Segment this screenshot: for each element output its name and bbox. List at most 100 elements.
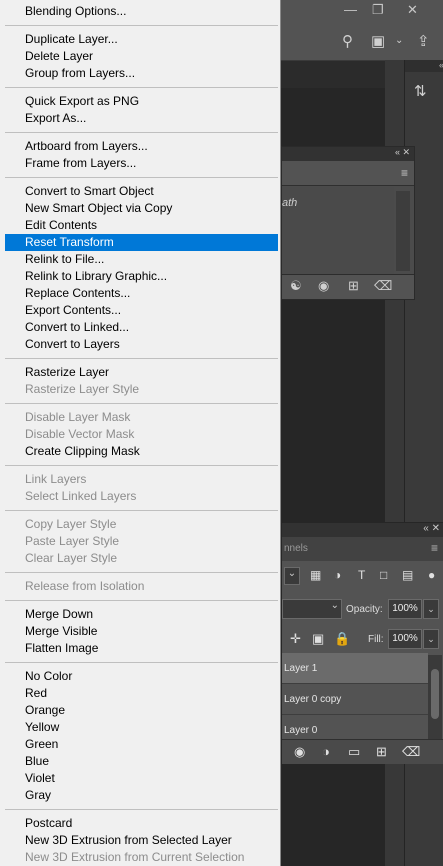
close-icon[interactable]: ✕ <box>407 2 418 18</box>
menu-item-frame-from-layers[interactable]: Frame from Layers... <box>5 155 278 172</box>
lock-all-icon[interactable]: 🔒 <box>334 631 350 647</box>
menu-item-copy-layer-style: Copy Layer Style <box>25 517 117 531</box>
menu-item-artboard-from-layers[interactable]: Artboard from Layers... <box>5 138 278 155</box>
opacity-input[interactable]: 100% <box>388 599 422 619</box>
menu-item-convert-to-layers[interactable]: Convert to Layers <box>5 336 278 353</box>
menu-item-flatten-image[interactable]: Flatten Image <box>5 640 278 657</box>
filter-dropdown[interactable]: ⌄ <box>284 567 300 585</box>
panel-footer: ☯ ◉ ⊞ ⌫ <box>282 274 414 299</box>
scrollbar[interactable] <box>396 191 410 271</box>
add-mask-icon[interactable]: ◉ <box>294 744 305 760</box>
panel-list[interactable]: ath <box>282 187 394 275</box>
menu-item-duplicate-layer[interactable]: Duplicate Layer... <box>5 31 278 48</box>
menu-item-export-as[interactable]: Export As... <box>5 110 278 127</box>
layers-scrollbar[interactable] <box>428 655 442 747</box>
menu-separator <box>5 403 278 404</box>
menu-item-replace-contents[interactable]: Replace Contents... <box>5 285 278 302</box>
menu-item-disable-layer-mask: Disable Layer Mask <box>25 410 131 424</box>
menu-item-reset-transform[interactable]: Reset Transform <box>5 234 278 251</box>
menu-separator <box>5 465 278 466</box>
menu-item-convert-to-smart-object[interactable]: Convert to Smart Object <box>5 183 278 200</box>
layer-name: Layer 0 <box>284 725 318 736</box>
list-item[interactable]: ath <box>282 197 297 209</box>
opacity-dropdown[interactable]: ⌄ <box>423 599 439 619</box>
restore-icon[interactable]: ❐ <box>372 2 384 18</box>
menu-item-gray[interactable]: Gray <box>5 787 278 804</box>
menu-item-3d-extrusion-selected-layer[interactable]: New 3D Extrusion from Selected Layer <box>5 832 278 849</box>
menu-item-blending-options[interactable]: Blending Options... <box>5 3 278 20</box>
menu-item-violet[interactable]: Violet <box>5 770 278 787</box>
fill-input[interactable]: 100% <box>388 629 422 649</box>
share-icon[interactable]: ⇪ <box>417 32 430 50</box>
menu-item-3d-extrusion-current-selection: New 3D Extrusion from Current Selection <box>25 850 245 864</box>
fill-label: Fill: <box>368 634 384 645</box>
search-icon[interactable]: ⚲ <box>342 32 353 50</box>
menu-separator <box>5 25 278 26</box>
layer-name: Layer 0 copy <box>284 694 342 705</box>
image-filter-icon[interactable]: ▦ <box>310 568 321 582</box>
menu-item-red[interactable]: Red <box>5 685 278 702</box>
menu-item-postcard[interactable]: Postcard <box>5 815 278 832</box>
menu-icon[interactable]: ≡ <box>401 166 408 180</box>
add-icon[interactable]: ⊞ <box>348 278 359 294</box>
panel-tabs: ≡ <box>282 161 414 186</box>
menu-item-orange[interactable]: Orange <box>5 702 278 719</box>
menu-item-create-clipping-mask[interactable]: Create Clipping Mask <box>5 443 278 460</box>
fill-dropdown[interactable]: ⌄ <box>423 629 439 649</box>
folder-icon[interactable]: ▭ <box>348 744 360 760</box>
blend-mode-dropdown[interactable]: ⌄ <box>282 599 342 619</box>
panel-collapse-icon[interactable]: « ✕ <box>282 147 414 161</box>
shape-filter-icon[interactable]: □ <box>380 568 387 582</box>
collapse-icon[interactable]: « <box>405 60 443 72</box>
floating-panel: « ✕ ≡ ath ☯ ◉ ⊞ ⌫ <box>281 146 415 300</box>
menu-separator <box>5 87 278 88</box>
workspace-icon[interactable]: ▣ <box>371 32 385 50</box>
menu-item-yellow[interactable]: Yellow <box>5 719 278 736</box>
menu-item-group-from-layers[interactable]: Group from Layers... <box>5 65 278 82</box>
minimize-icon[interactable]: — <box>344 2 357 17</box>
scrollbar-thumb[interactable] <box>431 669 439 719</box>
adjustment-layer-icon[interactable]: ◑ <box>322 744 330 759</box>
menu-item-export-contents[interactable]: Export Contents... <box>5 302 278 319</box>
menu-item-paste-layer-style: Paste Layer Style <box>25 534 120 548</box>
menu-item-edit-contents[interactable]: Edit Contents <box>5 217 278 234</box>
menu-item-green[interactable]: Green <box>5 736 278 753</box>
trash-icon[interactable]: ⌫ <box>402 744 420 760</box>
layer-context-menu: Blending Options... Duplicate Layer... D… <box>0 0 281 866</box>
trash-icon[interactable]: ⌫ <box>374 278 392 294</box>
layer-row-layer-0-copy[interactable]: Layer 0 copy <box>282 684 428 715</box>
menu-item-merge-down[interactable]: Merge Down <box>5 606 278 623</box>
type-filter-icon[interactable]: T <box>358 568 365 582</box>
menu-item-convert-to-linked[interactable]: Convert to Linked... <box>5 319 278 336</box>
smart-filter-icon[interactable]: ▤ <box>402 568 413 582</box>
menu-item-merge-visible[interactable]: Merge Visible <box>5 623 278 640</box>
lock-artboard-icon[interactable]: ▣ <box>312 631 324 647</box>
adjustment-filter-icon[interactable]: ◑ <box>334 568 341 582</box>
menu-item-rasterize-layer[interactable]: Rasterize Layer <box>5 364 278 381</box>
mask-icon[interactable]: ◉ <box>318 278 329 294</box>
menu-icon[interactable]: ≡ <box>431 541 438 555</box>
menu-item-release-from-isolation: Release from Isolation <box>25 579 145 593</box>
title-bar: — ❐ ✕ <box>281 0 443 24</box>
opacity-label: Opacity: <box>346 604 383 615</box>
menu-item-quick-export-png[interactable]: Quick Export as PNG <box>5 93 278 110</box>
menu-item-blue[interactable]: Blue <box>5 753 278 770</box>
tab-channels[interactable]: nnels <box>284 543 308 554</box>
panel-collapse-icon[interactable]: « ✕ <box>282 523 443 537</box>
menu-item-relink-to-file[interactable]: Relink to File... <box>5 251 278 268</box>
filter-toggle-icon[interactable]: ● <box>428 568 435 582</box>
layer-row-layer-1[interactable]: Layer 1 <box>282 653 428 684</box>
target-icon[interactable]: ☯ <box>290 278 302 294</box>
lock-row: ✛ ▣ 🔒 Fill: 100% ⌄ <box>282 625 443 653</box>
menu-separator <box>5 132 278 133</box>
chevron-down-icon[interactable]: ⌄ <box>395 35 403 46</box>
menu-separator <box>5 177 278 178</box>
menu-item-new-smart-object-via-copy[interactable]: New Smart Object via Copy <box>5 200 278 217</box>
blend-row: ⌄ Opacity: 100% ⌄ <box>282 595 443 623</box>
menu-item-no-color[interactable]: No Color <box>5 668 278 685</box>
menu-item-relink-to-library-graphic[interactable]: Relink to Library Graphic... <box>5 268 278 285</box>
new-layer-icon[interactable]: ⊞ <box>376 744 387 760</box>
menu-item-delete-layer[interactable]: Delete Layer <box>5 48 278 65</box>
properties-icon[interactable]: ⇅ <box>414 82 427 100</box>
lock-position-icon[interactable]: ✛ <box>290 631 301 647</box>
